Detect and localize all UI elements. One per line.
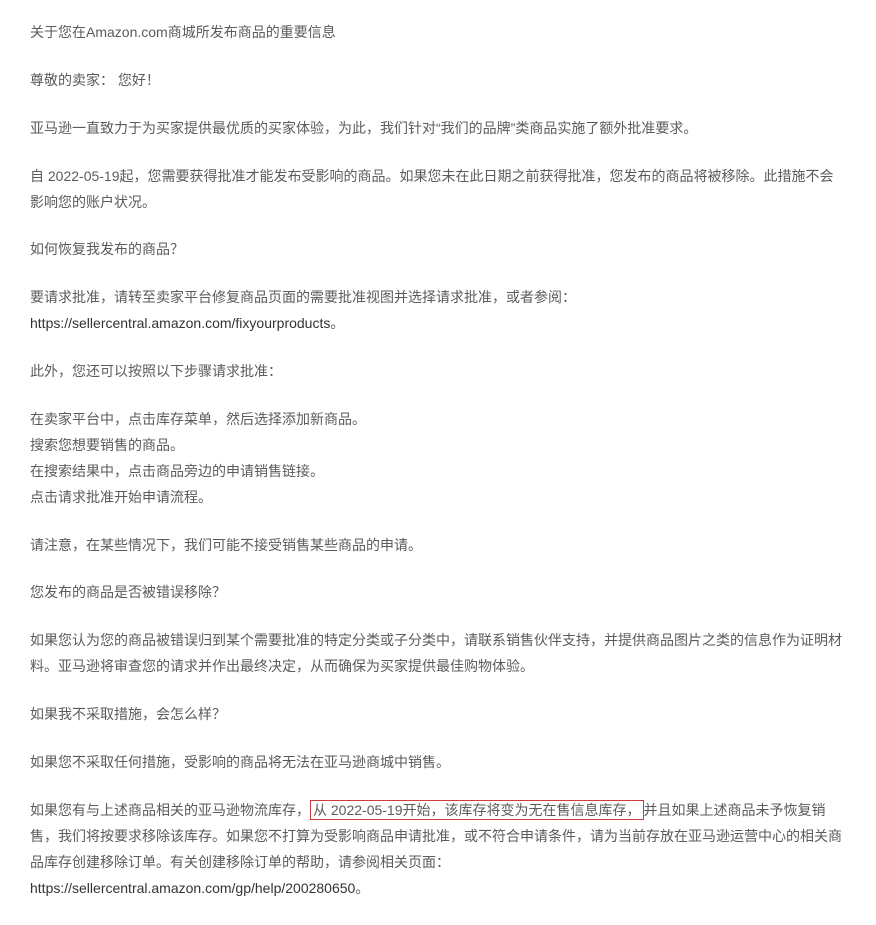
paragraph: 亚马逊一直致力于为买家提供最优质的买家体验，为此，我们针对“我们的品牌”类商品实… <box>30 116 846 142</box>
paragraph: 自 2022-05-19起，您需要获得批准才能发布受影响的商品。如果您未在此日期… <box>30 164 846 216</box>
text: 要请求批准，请转至卖家平台修复商品页面的需要批准视图并选择请求批准，或者参阅： <box>30 289 576 305</box>
document-body: 关于您在Amazon.com商城所发布商品的重要信息 尊敬的卖家： 您好！ 亚马… <box>0 0 876 925</box>
step-item: 在卖家平台中，点击库存菜单，然后选择添加新商品。 <box>30 407 846 433</box>
step-item: 点击请求批准开始申请流程。 <box>30 485 846 511</box>
text: 。 <box>355 880 369 896</box>
paragraph: 要请求批准，请转至卖家平台修复商品页面的需要批准视图并选择请求批准，或者参阅： … <box>30 285 846 337</box>
paragraph: 如果您不采取任何措施，受影响的商品将无法在亚马逊商城中销售。 <box>30 750 846 776</box>
question-heading: 如何恢复我发布的商品？ <box>30 237 846 263</box>
fixyourproducts-link[interactable]: https://sellercentral.amazon.com/fixyour… <box>30 315 330 331</box>
step-item: 搜索您想要销售的商品。 <box>30 433 846 459</box>
doc-title: 关于您在Amazon.com商城所发布商品的重要信息 <box>30 20 846 46</box>
greeting: 尊敬的卖家： 您好！ <box>30 68 846 94</box>
paragraph: 请注意，在某些情况下，我们可能不接受销售某些商品的申请。 <box>30 533 846 559</box>
paragraph: 此外，您还可以按照以下步骤请求批准： <box>30 359 846 385</box>
paragraph: 如果您认为您的商品被错误归到某个需要批准的特定分类或子分类中，请联系销售伙伴支持… <box>30 628 846 680</box>
text: 如果您有与上述商品相关的亚马逊物流库存， <box>30 802 310 818</box>
steps-list: 在卖家平台中，点击库存菜单，然后选择添加新商品。 搜索您想要销售的商品。 在搜索… <box>30 407 846 511</box>
step-item: 在搜索结果中，点击商品旁边的申请销售链接。 <box>30 459 846 485</box>
question-heading: 如果我不采取措施，会怎么样？ <box>30 702 846 728</box>
question-heading: 您发布的商品是否被错误移除？ <box>30 580 846 606</box>
help-link[interactable]: https://sellercentral.amazon.com/gp/help… <box>30 880 355 896</box>
text: 。 <box>330 315 344 331</box>
paragraph: 如果您有与上述商品相关的亚马逊物流库存，从 2022-05-19开始，该库存将变… <box>30 798 846 902</box>
highlighted-text: 从 2022-05-19开始，该库存将变为无在售信息库存， <box>310 800 644 820</box>
